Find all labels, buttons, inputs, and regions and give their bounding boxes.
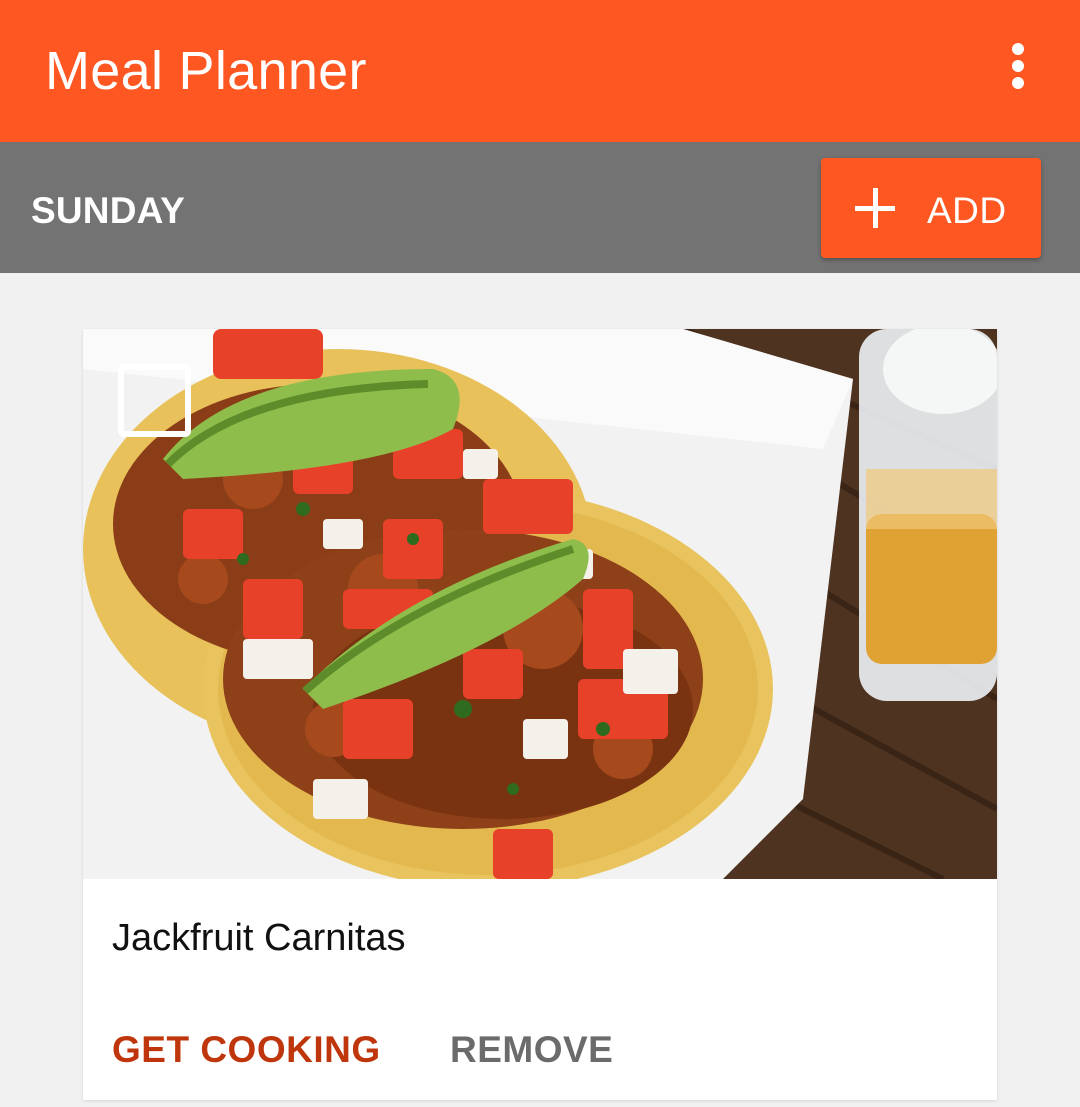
- remove-button[interactable]: REMOVE: [450, 1029, 613, 1071]
- meal-card: Jackfruit Carnitas GET COOKING REMOVE: [83, 329, 997, 1100]
- select-checkbox[interactable]: [118, 364, 191, 437]
- add-meal-button[interactable]: ADD: [821, 158, 1041, 258]
- app-bar: Meal Planner: [0, 0, 1080, 142]
- more-vert-icon[interactable]: [994, 40, 1042, 92]
- day-header: SUNDAY ADD: [0, 142, 1080, 273]
- app-title: Meal Planner: [45, 41, 367, 101]
- recipe-image[interactable]: [83, 329, 997, 879]
- add-button-label: ADD: [927, 190, 1007, 231]
- day-label: SUNDAY: [31, 190, 186, 231]
- plus-icon: [855, 188, 895, 228]
- get-cooking-button[interactable]: GET COOKING: [112, 1029, 381, 1071]
- recipe-name: Jackfruit Carnitas: [112, 917, 406, 959]
